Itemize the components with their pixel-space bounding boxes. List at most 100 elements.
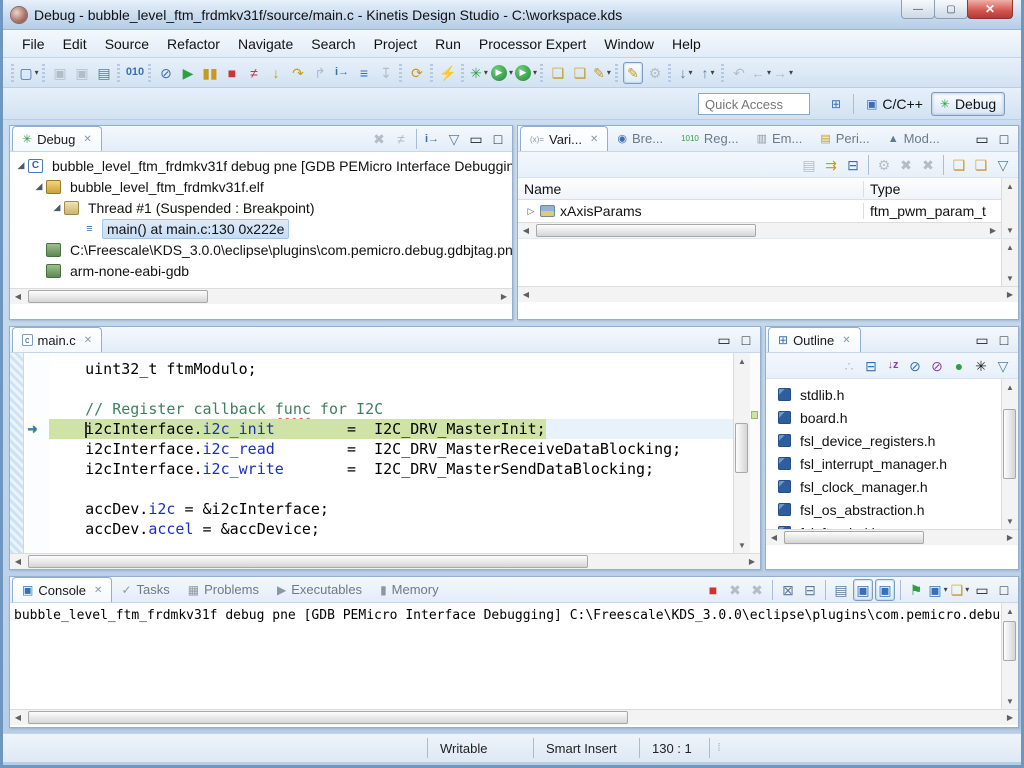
maximize-view-button[interactable]: □	[994, 329, 1014, 351]
debug-dropdown-icon[interactable]: ▾	[484, 69, 488, 77]
close-icon[interactable]: ✕	[84, 335, 92, 346]
show-logical-structure-button[interactable]: ⇉	[821, 154, 841, 176]
twisty-icon[interactable]: ◢	[50, 202, 64, 213]
console-hscroll[interactable]: ◀ ▶	[10, 709, 1018, 725]
menu-refactor[interactable]: Refactor	[158, 33, 229, 55]
open-perspective-button[interactable]: ⊞	[823, 94, 849, 114]
close-icon[interactable]: ✕	[590, 134, 598, 145]
minimize-button[interactable]: ▭	[466, 128, 486, 150]
instruction-stepping-mode-button[interactable]: i→	[422, 128, 442, 150]
previous-annotation-button[interactable]: ↑▾	[698, 62, 718, 84]
binary-file-button[interactable]: 010	[125, 62, 145, 84]
search-button[interactable]: ✎▾	[592, 62, 612, 84]
resume-button[interactable]: ▶	[178, 62, 198, 84]
tab-variables[interactable]: (x)=Vari...✕	[520, 126, 608, 151]
tab-registers[interactable]: 1010Reg...	[672, 126, 747, 151]
hide-non-public-button[interactable]: ●	[949, 355, 969, 377]
remove-all-terminated-button[interactable]: ✖	[747, 579, 767, 601]
external-tools-dropdown-icon[interactable]: ▾	[533, 69, 537, 77]
minimize-view-button[interactable]: ▭	[714, 329, 734, 351]
outline-item[interactable]: fsl_interrupt_manager.h	[766, 452, 1001, 475]
tab-problems[interactable]: ▦Problems	[179, 577, 268, 602]
scroll-left-icon[interactable]: ◀	[518, 287, 534, 302]
tree-item[interactable]: ◢bubble_level_ftm_frdmkv31f.elf	[10, 176, 512, 197]
scroll-down-icon[interactable]: ▼	[1002, 222, 1018, 238]
close-project-button[interactable]: ❏	[570, 62, 590, 84]
scroll-up-icon[interactable]: ▲	[1002, 603, 1018, 619]
outline-item[interactable]: fsl_os_abstraction.h	[766, 498, 1001, 521]
scroll-down-icon[interactable]: ▼	[1002, 693, 1018, 709]
last-edit-location-button[interactable]: ↶	[729, 62, 749, 84]
close-icon[interactable]: ✕	[83, 134, 91, 145]
close-icon[interactable]: ✕	[842, 335, 850, 346]
menu-search[interactable]: Search	[302, 33, 364, 55]
scroll-thumb[interactable]	[1003, 409, 1016, 479]
hide-fields-button[interactable]: ⊘	[905, 355, 925, 377]
skip-all-breakpoints-button[interactable]: ⊘	[156, 62, 176, 84]
search-dropdown-icon[interactable]: ▾	[607, 69, 611, 77]
drop-to-frame-button[interactable]: ↧	[376, 62, 396, 84]
disconnect-button[interactable]: ≠	[244, 62, 264, 84]
column-name[interactable]: Name	[518, 181, 864, 197]
view-menu-button[interactable]: ▽	[993, 154, 1013, 176]
outline-hscroll[interactable]: ◀ ▶	[766, 529, 1018, 545]
show-stdout-changes-button[interactable]: ▣	[853, 579, 873, 601]
terminate-button[interactable]: ■	[222, 62, 242, 84]
view-menu-button[interactable]: ▽	[993, 355, 1013, 377]
maximize-button[interactable]: ▢	[934, 0, 968, 19]
outline-item[interactable]: stdlib.h	[766, 383, 1001, 406]
collapse-all-button[interactable]: ⊟	[861, 355, 881, 377]
detail-hscroll[interactable]: ◀ ▶	[518, 286, 1018, 302]
scroll-lock-button[interactable]: ⊟	[800, 579, 820, 601]
step-return-button[interactable]: ↱	[310, 62, 330, 84]
scroll-thumb[interactable]	[28, 290, 208, 303]
variables-vscroll[interactable]: ▲ ▼	[1001, 178, 1018, 238]
scroll-thumb[interactable]	[784, 531, 924, 544]
scroll-down-icon[interactable]: ▼	[1002, 513, 1018, 529]
detail-text-area[interactable]	[518, 239, 1001, 286]
run-button[interactable]: ▶▾	[491, 62, 513, 84]
world-gear-button[interactable]: ⚙	[645, 62, 665, 84]
annotation-ruler[interactable]: ➜	[25, 353, 49, 553]
overview-ruler[interactable]	[750, 353, 760, 553]
scroll-thumb[interactable]	[1003, 621, 1016, 661]
new-view-button[interactable]: ❏	[949, 154, 969, 176]
tree-item[interactable]: arm-none-eabi-gdb	[10, 260, 512, 281]
hide-static-members-button[interactable]: ⊘	[927, 355, 947, 377]
menu-edit[interactable]: Edit	[54, 33, 96, 55]
titlebar[interactable]: Debug - bubble_level_ftm_frdmkv31f/sourc…	[3, 0, 1021, 30]
open-view-button[interactable]: ❏	[971, 154, 991, 176]
maximize-button[interactable]: □	[488, 128, 508, 150]
menu-window[interactable]: Window	[595, 33, 663, 55]
step-into-button[interactable]: ↓	[266, 62, 286, 84]
step-over-button[interactable]: ↷	[288, 62, 308, 84]
mark-occurrences-button[interactable]: ✎	[623, 62, 643, 84]
outline-item[interactable]: fsl_ftm_hal.h	[766, 521, 1001, 529]
editor-vscroll[interactable]: ▲ ▼	[733, 353, 750, 553]
clear-console-button[interactable]: ⊠	[778, 579, 798, 601]
scroll-thumb[interactable]	[28, 711, 628, 724]
variable-row[interactable]: ▷xAxisParamsftm_pwm_param_t	[518, 200, 1001, 222]
scroll-up-icon[interactable]: ▲	[1002, 178, 1018, 194]
new-wizard-dropdown-icon[interactable]: ▾	[35, 69, 39, 77]
display-selected-button[interactable]: ▤	[831, 579, 851, 601]
tab-modules[interactable]: ▲Mod...	[879, 126, 949, 151]
remove-all-button[interactable]: ✖	[918, 154, 938, 176]
scroll-right-icon[interactable]: ▶	[985, 223, 1001, 238]
tab-debug[interactable]: ✳ Debug ✕	[12, 126, 102, 151]
menu-file[interactable]: File	[13, 33, 54, 55]
tree-item[interactable]: ◢Cbubble_level_ftm_frdmkv31f debug pne […	[10, 155, 512, 176]
menu-project[interactable]: Project	[365, 33, 427, 55]
instruction-stepping-button[interactable]: i→	[332, 62, 352, 84]
open-console-button[interactable]: ❏▾	[950, 579, 970, 601]
open-project-button[interactable]: ❏	[548, 62, 568, 84]
pin-console-button[interactable]: ⚑	[906, 579, 926, 601]
menu-help[interactable]: Help	[663, 33, 710, 55]
terminate-button[interactable]: ■	[703, 579, 723, 601]
display-console-dropdown-icon[interactable]: ▾	[944, 586, 948, 594]
scroll-right-icon[interactable]: ▶	[744, 554, 760, 569]
code-area[interactable]: uint32_t ftmModulo; // Register callback…	[49, 353, 733, 553]
close-button[interactable]: ✕	[967, 0, 1013, 19]
breakpoint-ruler[interactable]	[10, 353, 24, 553]
suspend-button[interactable]: ▮▮	[200, 62, 220, 84]
